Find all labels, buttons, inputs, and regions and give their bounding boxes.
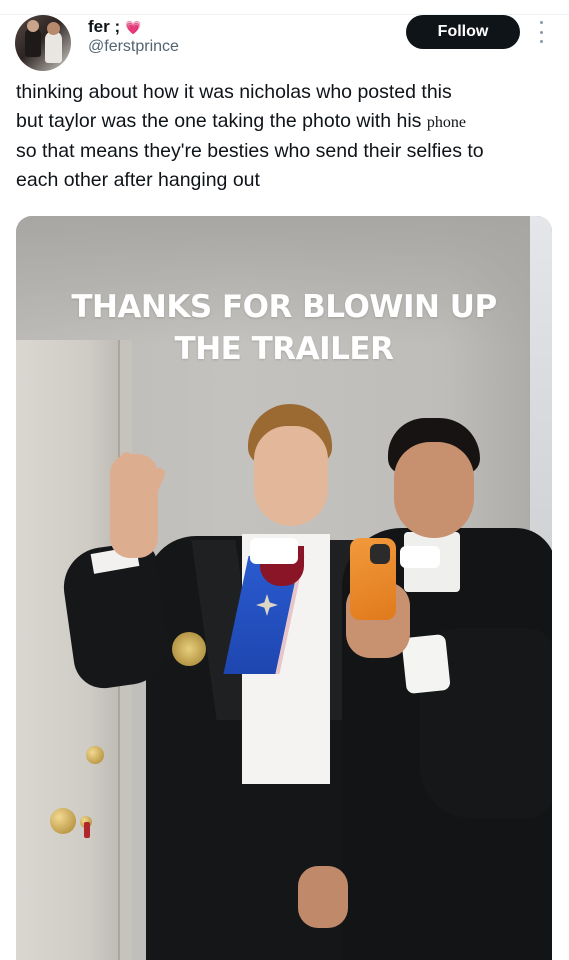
author-name-row[interactable]: fer ; 💗 (88, 16, 141, 38)
photo-caption-line: THE TRAILER (174, 331, 394, 367)
avatar-figure (45, 31, 62, 63)
photo-caption: THANKS FOR BLOWIN UP THE TRAILER (16, 286, 552, 370)
photo-person-right (394, 442, 474, 538)
avatar-figure (27, 20, 39, 32)
photo-medal (172, 632, 206, 666)
avatar-figure (47, 22, 60, 35)
author-handle[interactable]: @ferstprince (88, 38, 179, 56)
tweet-word-phone: phone (426, 114, 466, 131)
photo-person-left (254, 426, 328, 526)
photo-hand (298, 866, 348, 928)
tweet-card: fer ; 💗 @ferstprince Follow thinking abo… (0, 0, 569, 960)
more-options-icon[interactable] (536, 19, 546, 45)
photo-bowtie (250, 538, 298, 564)
tweet-text-line: but taylor was the one taking the photo … (16, 110, 466, 132)
avatar[interactable] (15, 15, 71, 71)
door-knob-icon (86, 746, 104, 764)
photo-bowtie (400, 546, 440, 568)
tweet-photo[interactable]: THANKS FOR BLOWIN UP THE TRAILER (16, 216, 552, 960)
photo-caption-line: THANKS FOR BLOWIN UP (71, 289, 497, 325)
camera-icon (370, 544, 390, 564)
follow-button[interactable]: Follow (406, 15, 520, 49)
heart-icon: 💗 (125, 19, 142, 35)
tweet-text-line: thinking about how it was nicholas who p… (16, 81, 452, 103)
display-name[interactable]: fer ; (88, 17, 120, 37)
tweet-text-line: each other after hanging out (16, 169, 260, 191)
door-knob-icon (50, 808, 76, 834)
tweet-text: thinking about how it was nicholas who p… (16, 78, 561, 195)
tweet-text-line: so that means they're besties who send t… (16, 140, 484, 162)
door-lock (84, 822, 90, 838)
photo-person-right (401, 633, 451, 695)
